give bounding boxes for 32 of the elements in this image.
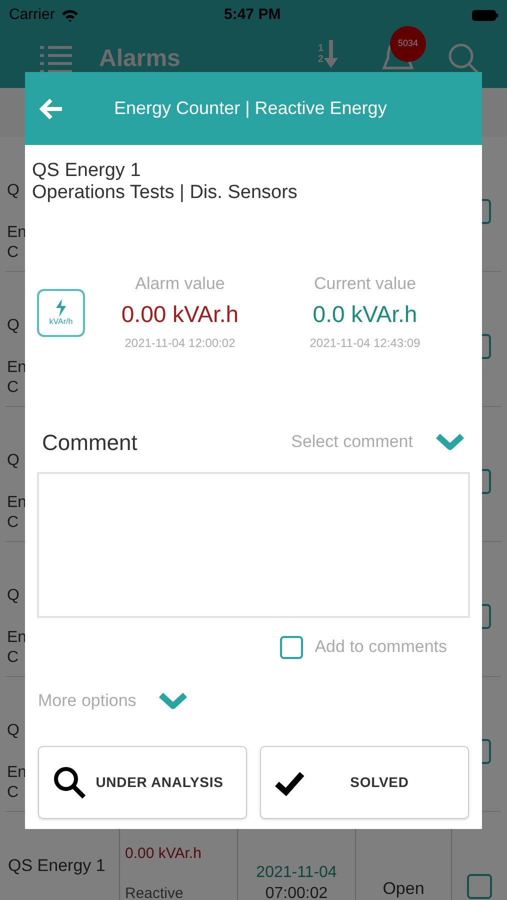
add-to-comments-label: Add to comments: [314, 636, 447, 658]
alarm-timestamp: 2021-11-04 12:00:02: [124, 335, 236, 351]
row-text: C: [7, 513, 19, 533]
row-text: Q: [7, 181, 20, 201]
row-text: Q: [7, 721, 20, 741]
carrier-text: Carrier: [9, 4, 55, 25]
row-text: C: [7, 378, 19, 398]
device-name: QS Energy 1: [32, 160, 142, 182]
notification-badge: 5034: [390, 26, 426, 62]
value-cell-text: 0.00 kVAr.h: [125, 844, 202, 864]
row-text: Q: [7, 451, 20, 471]
type-cell-text: Reactive: [125, 884, 184, 900]
current-value-label: Current value: [314, 274, 416, 294]
clock-text: 5:47 PM: [224, 4, 281, 25]
energy-meter-icon: kVAr/h: [37, 288, 85, 336]
row-text: C: [7, 783, 19, 803]
dialog-title: Energy Counter | Reactive Energy: [114, 97, 387, 120]
alarm-value-label: Alarm value: [135, 274, 225, 294]
time-cell-text: 07:00:02: [265, 884, 328, 900]
current-value: 0.0 kVAr.h: [312, 300, 418, 328]
row-text: Q: [7, 586, 20, 606]
page-title: Alarms: [99, 44, 180, 74]
alarm-value: 0.00 kVAr.h: [121, 300, 239, 328]
device-location: Operations Tests | Dis. Sensors: [32, 182, 298, 204]
comment-label: Comment: [42, 428, 138, 456]
device-cell: QS Energy 1: [8, 856, 106, 875]
row-text: C: [7, 243, 19, 263]
row-text: Q: [7, 316, 20, 336]
row-text: C: [7, 648, 19, 668]
current-timestamp: 2021-11-04 12:43:09: [310, 335, 420, 351]
status-cell-text: Open: [382, 878, 424, 900]
date-cell: 2021-11-04: [256, 863, 337, 883]
